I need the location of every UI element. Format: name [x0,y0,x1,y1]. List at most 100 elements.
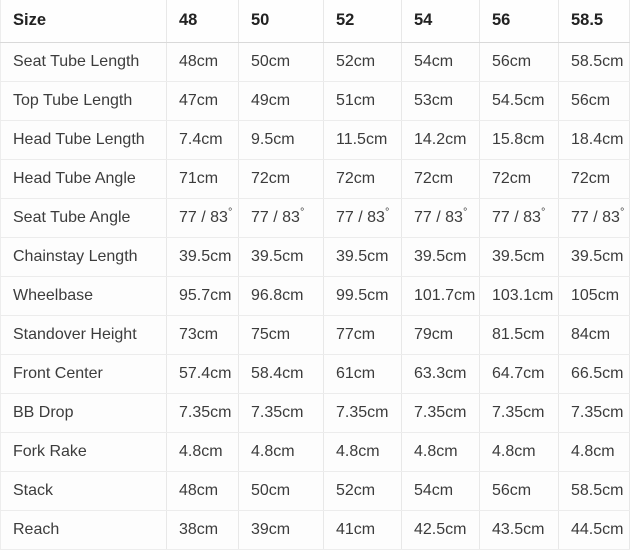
header-cell-size-56: 56 [479,0,559,43]
cell-value: 75cm [238,315,324,355]
cell-value: 39.5cm [401,237,480,277]
table-row: Head Tube Angle 71cm 72cm 72cm 72cm 72cm 72cm [0,159,630,199]
cell-value: 47cm [166,81,239,121]
cell-value: 4.8cm [323,432,402,472]
cell-value: 15.8cm [479,120,559,160]
cell-value: 38cm [166,510,239,550]
cell-value: 103.1cm [479,276,559,316]
cell-value: 54cm [401,471,480,511]
cell-value: 95.7cm [166,276,239,316]
row-label: Head Tube Length [0,120,167,160]
header-cell-size: Size [0,0,167,43]
cell-value: 72cm [238,159,324,199]
cell-value: 77 / 83° [166,198,239,238]
cell-value: 72cm [479,159,559,199]
cell-value: 64.7cm [479,354,559,394]
cell-value: 14.2cm [401,120,480,160]
degree-icon: ° [299,206,305,219]
row-label: Stack [0,471,167,511]
cell-value: 77 / 83° [401,198,480,238]
row-label: Standover Height [0,315,167,355]
table-row: Standover Height 73cm 75cm 77cm 79cm 81.5cm 84… [0,315,630,355]
row-label: Reach [0,510,167,550]
table-row: Stack 48cm 50cm 52cm 54cm 56cm 58.5cm [0,471,630,511]
cell-value: 48cm [166,471,239,511]
row-label: Front Center [0,354,167,394]
cell-value: 7.35cm [166,393,239,433]
row-label: Wheelbase [0,276,167,316]
header-cell-size-50: 50 [238,0,324,43]
cell-value: 77 / 83° [479,198,559,238]
row-label: BB Drop [0,393,167,433]
cell-value: 81.5cm [479,315,559,355]
cell-value: 7.35cm [558,393,630,433]
cell-value: 7.35cm [401,393,480,433]
cell-value: 50cm [238,42,324,82]
cell-value: 66.5cm [558,354,630,394]
cell-value: 4.8cm [238,432,324,472]
cell-value: 53cm [401,81,480,121]
cell-value: 56cm [558,81,630,121]
table-row: Front Center 57.4cm 58.4cm 61cm 63.3cm 64.7cm… [0,354,630,394]
header-cell-size-54: 54 [401,0,480,43]
cell-value: 58.5cm [558,471,630,511]
degree-icon: ° [462,206,468,219]
row-label: Seat Tube Angle [0,198,167,238]
bike-geometry-table: Size 48 50 52 54 56 58.5 Seat Tube Length 48cm 5… [0,0,630,550]
table-row: BB Drop 7.35cm 7.35cm 7.35cm 7.35cm 7.35cm 7.3… [0,393,630,433]
cell-value: 7.35cm [479,393,559,433]
cell-value: 4.8cm [166,432,239,472]
table-row: Seat Tube Length 48cm 50cm 52cm 54cm 56cm 58.5… [0,42,630,82]
table-body: Seat Tube Length 48cm 50cm 52cm 54cm 56cm 58.5… [0,42,630,550]
cell-value: 39.5cm [323,237,402,277]
cell-value: 11.5cm [323,120,402,160]
cell-value: 58.4cm [238,354,324,394]
table-row: Top Tube Length 47cm 49cm 51cm 53cm 54.5cm 56c… [0,81,630,121]
cell-value: 72cm [323,159,402,199]
cell-value: 4.8cm [558,432,630,472]
cell-value: 54cm [401,42,480,82]
cell-value: 77 / 83° [558,198,630,238]
cell-value: 77 / 83° [238,198,324,238]
cell-value: 39.5cm [479,237,559,277]
cell-value: 50cm [238,471,324,511]
cell-value: 42.5cm [401,510,480,550]
cell-value: 99.5cm [323,276,402,316]
cell-value: 72cm [401,159,480,199]
header-cell-size-52: 52 [323,0,402,43]
row-label: Fork Rake [0,432,167,472]
cell-value: 58.5cm [558,42,630,82]
table-row: Seat Tube Angle 77 / 83° 77 / 83° 77 / 83° 7… [0,198,630,238]
cell-value: 9.5cm [238,120,324,160]
cell-value: 7.4cm [166,120,239,160]
row-label: Top Tube Length [0,81,167,121]
cell-value: 48cm [166,42,239,82]
cell-value: 71cm [166,159,239,199]
cell-value: 51cm [323,81,402,121]
table-header: Size 48 50 52 54 56 58.5 [0,0,630,43]
geometry-table-container: Size 48 50 52 54 56 58.5 Seat Tube Length 48cm 5… [0,0,640,556]
degree-icon: ° [540,206,546,219]
cell-value: 39cm [238,510,324,550]
cell-value: 54.5cm [479,81,559,121]
table-row: Reach 38cm 39cm 41cm 42.5cm 43.5cm 44.5cm [0,510,630,550]
cell-value: 56cm [479,42,559,82]
cell-value: 73cm [166,315,239,355]
cell-value: 41cm [323,510,402,550]
degree-icon: ° [619,206,625,219]
cell-value: 72cm [558,159,630,199]
cell-value: 44.5cm [558,510,630,550]
cell-value: 39.5cm [238,237,324,277]
cell-value: 96.8cm [238,276,324,316]
table-row: Wheelbase 95.7cm 96.8cm 99.5cm 101.7cm 103.1c… [0,276,630,316]
cell-value: 7.35cm [238,393,324,433]
cell-value: 4.8cm [401,432,480,472]
cell-value: 101.7cm [401,276,480,316]
table-row: Fork Rake 4.8cm 4.8cm 4.8cm 4.8cm 4.8cm 4.8cm [0,432,630,472]
cell-value: 49cm [238,81,324,121]
cell-value: 56cm [479,471,559,511]
header-row: Size 48 50 52 54 56 58.5 [0,0,630,43]
cell-value: 84cm [558,315,630,355]
cell-value: 4.8cm [479,432,559,472]
cell-value: 18.4cm [558,120,630,160]
